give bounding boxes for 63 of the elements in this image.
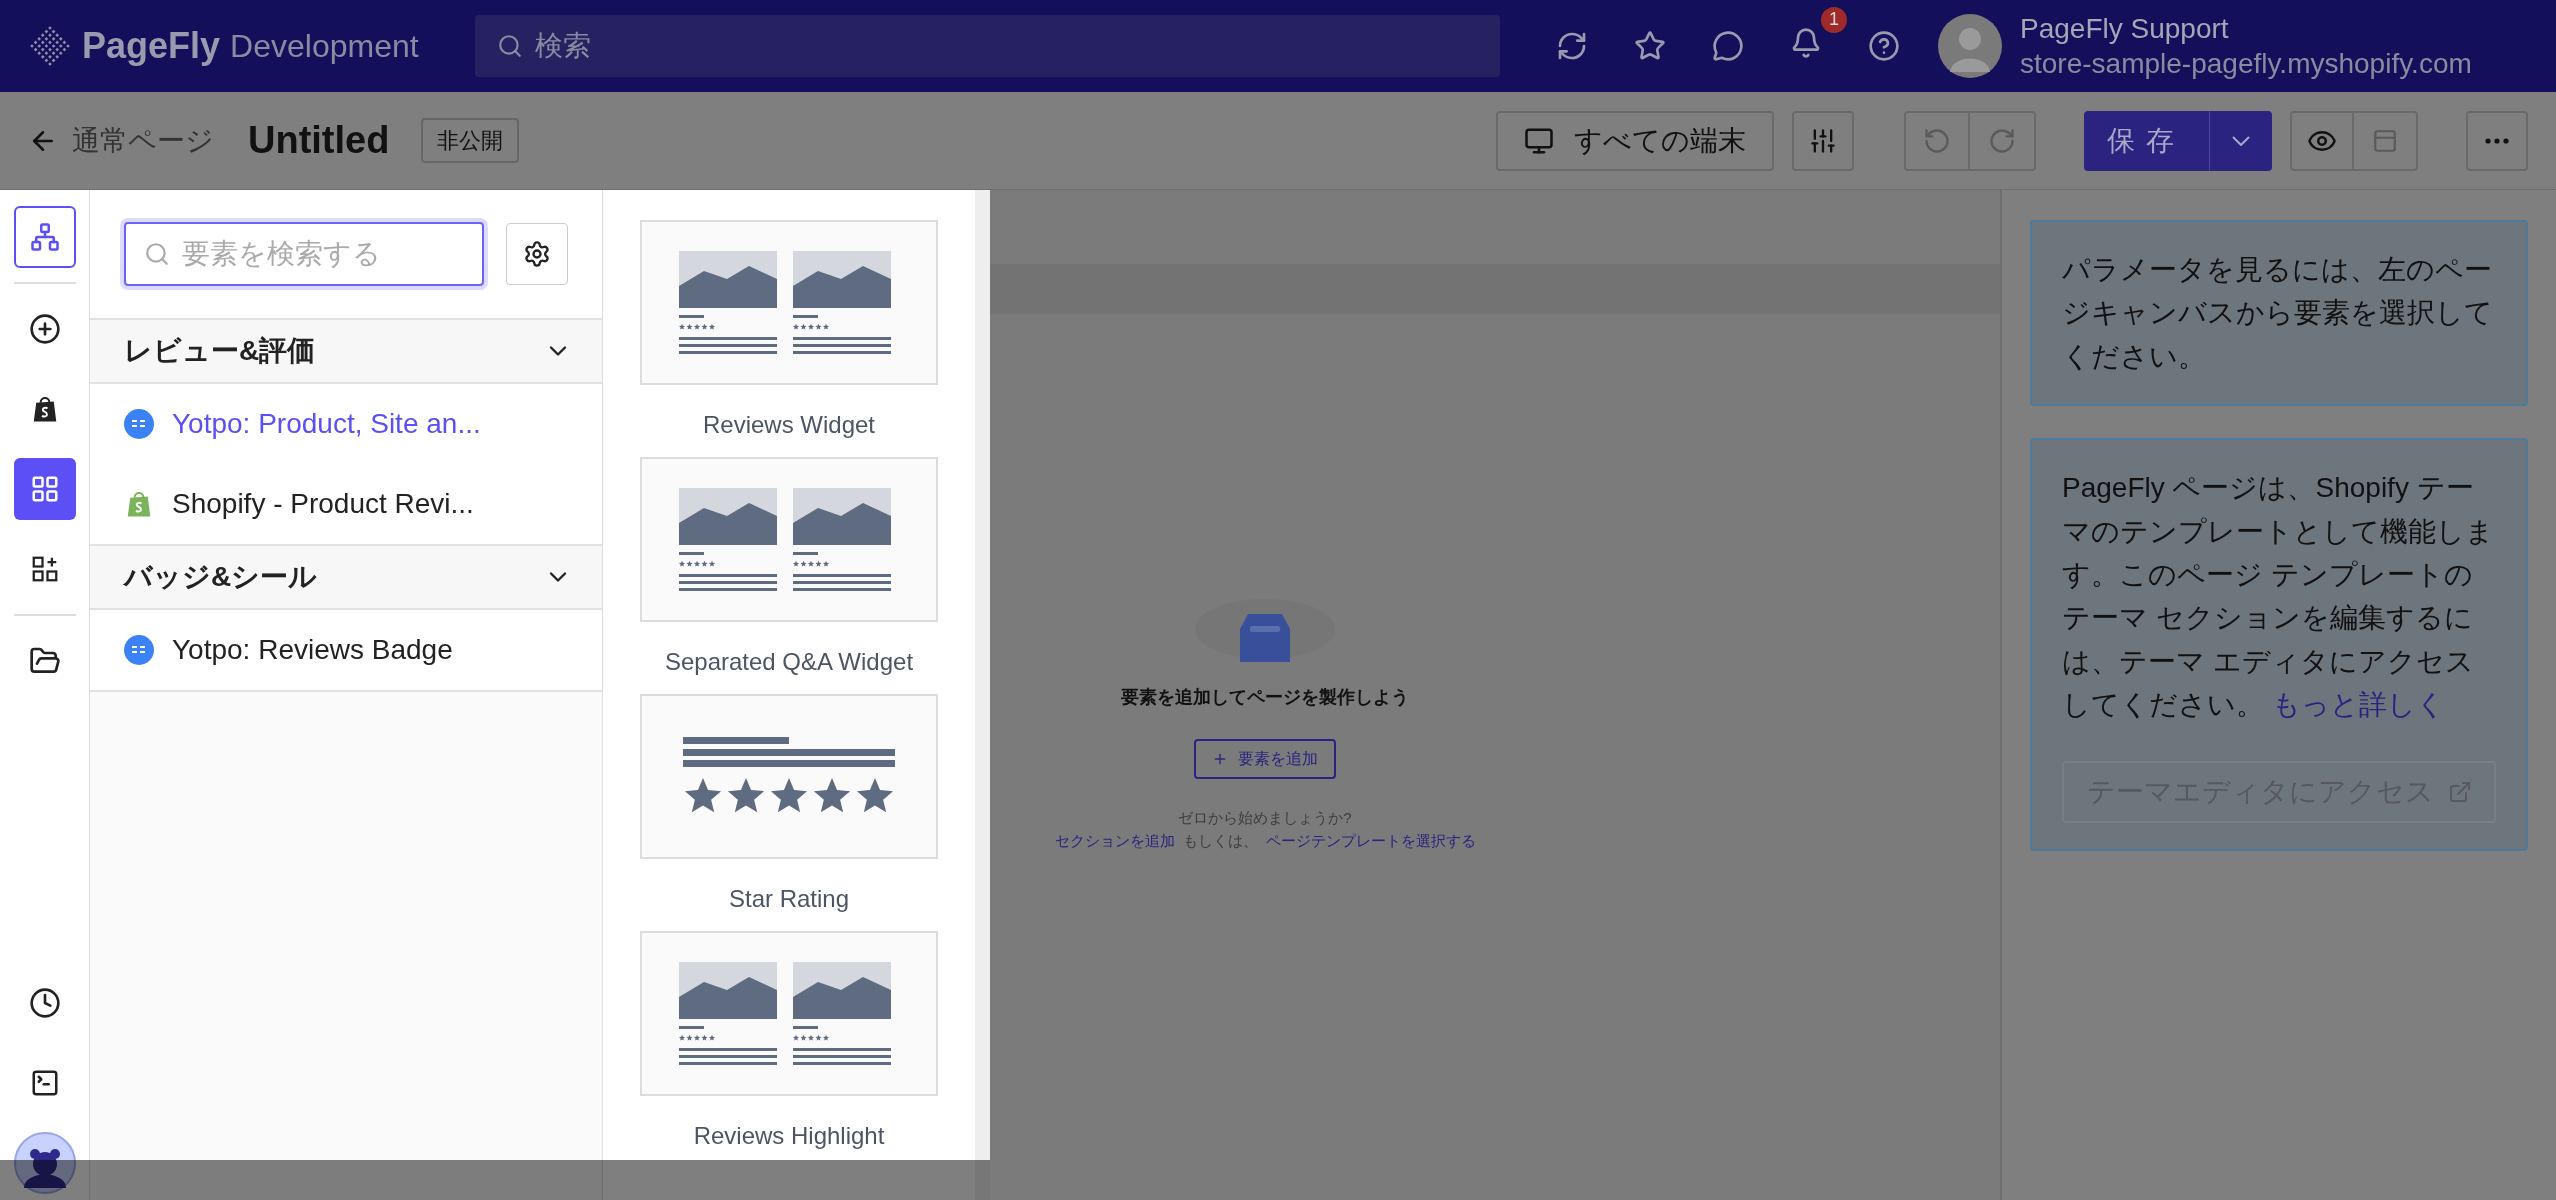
- bear-avatar-icon[interactable]: [13, 1132, 76, 1194]
- help-icon: [1868, 30, 1900, 62]
- plus-icon: [1212, 751, 1228, 767]
- settings-icon: [523, 240, 552, 268]
- search-icon: [144, 241, 170, 267]
- or-text: もしくは、: [1182, 830, 1258, 851]
- logo-icon: [28, 24, 72, 68]
- refresh-icon: [1556, 30, 1588, 62]
- page-title: Untitled: [248, 118, 390, 163]
- search-icon: [497, 33, 523, 59]
- bell-icon: [1790, 26, 1822, 59]
- status-badge: 非公開: [421, 118, 520, 163]
- star-icon: [1634, 30, 1666, 62]
- plus-circle-icon: [28, 313, 61, 345]
- app-list-item[interactable]: Shopify - Product Revi...: [90, 464, 602, 544]
- widget-card[interactable]: [640, 457, 938, 622]
- app-list-item[interactable]: Yotpo: Product, Site an...: [90, 384, 602, 464]
- empty-state-heading: 要素を追加してページを製作しよう: [1121, 686, 1409, 709]
- help-button[interactable]: [1868, 30, 1900, 62]
- app-list-item[interactable]: Yotpo: Reviews Badge: [90, 610, 602, 690]
- widget-card[interactable]: [640, 931, 938, 1096]
- sliders-icon: [1809, 126, 1837, 155]
- more-icon: [2485, 137, 2509, 144]
- category-header[interactable]: バッジ&シール: [90, 544, 602, 610]
- add-section-link[interactable]: セクションを追加: [1054, 829, 1175, 852]
- external-link-icon: [2447, 779, 2472, 804]
- notifications-button[interactable]: [1790, 26, 1822, 59]
- undo-icon: [1923, 126, 1951, 155]
- store-url: store-sample-pagefly.myshopify.com: [2020, 47, 2472, 81]
- chat-button[interactable]: [1712, 30, 1744, 62]
- widget-card[interactable]: [640, 220, 938, 385]
- yotpo-logo-icon: [124, 635, 154, 665]
- empty-state-prompt: ゼロから始めましょうか?: [1178, 808, 1352, 828]
- clock-icon: [28, 987, 61, 1019]
- widget-label: Reviews Highlight: [693, 1121, 885, 1151]
- favorites-button[interactable]: [1634, 30, 1666, 62]
- notification-badge: 1: [1821, 6, 1847, 33]
- panel-icon: [2372, 127, 2398, 154]
- widget-label: Star Rating: [728, 884, 850, 914]
- back-link[interactable]: 通常ページ: [28, 119, 214, 162]
- chat-icon: [1712, 30, 1744, 62]
- info-text: PageFly ページは、Shopify テーマのテンプレートとして機能します。このページ テンプレートのテーマ セクションを編集するには、テーマ エディタにアクセスしてください。 もっと詳しく: [2062, 471, 2495, 723]
- widget-label: Reviews Widget: [702, 410, 876, 440]
- category-header[interactable]: レビュー&評価: [90, 318, 602, 384]
- add-element-button[interactable]: 要素を追加: [1194, 739, 1336, 779]
- user-name: PageFly Support: [2020, 12, 2230, 46]
- sitemap-icon: [29, 222, 60, 252]
- adjustments-button[interactable]: [1792, 110, 1854, 171]
- sync-settings-button[interactable]: [1556, 30, 1588, 62]
- widget-label: Separated Q&A Widget: [664, 647, 914, 677]
- brand-suffix: Development: [230, 27, 419, 66]
- yotpo-logo-icon: [124, 409, 154, 439]
- search-field[interactable]: 検索: [475, 15, 1500, 77]
- avatar[interactable]: [1938, 14, 2002, 78]
- page-template-link[interactable]: ページテンプレートを選択する: [1265, 829, 1476, 852]
- device-button[interactable]: すべての端末: [1496, 110, 1774, 171]
- settings-button[interactable]: [506, 223, 568, 285]
- brand-name: PageFly: [82, 24, 221, 68]
- redo-icon: [1988, 126, 2016, 155]
- hint-text: パラメータを見るには、左のページキャンバスから要素を選択してください。: [2062, 253, 2494, 374]
- chevron-down-icon: [2232, 135, 2250, 146]
- learn-more-link[interactable]: もっと詳しく: [2271, 689, 2445, 721]
- widget-card[interactable]: [640, 694, 938, 859]
